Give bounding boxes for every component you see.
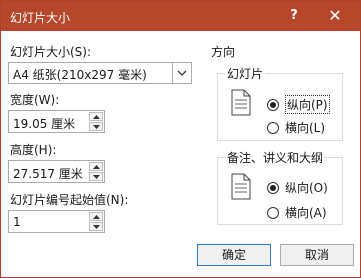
start-number-spinner[interactable]: 1 bbox=[8, 210, 105, 233]
notes-group-label: 备注、讲义和大纲 bbox=[225, 149, 326, 166]
slides-landscape-radio[interactable]: 横向(L) bbox=[267, 119, 325, 136]
start-number-input[interactable]: 1 bbox=[13, 215, 21, 229]
height-decrement-icon[interactable] bbox=[89, 172, 103, 181]
notes-landscape-label: 横向(A) bbox=[285, 206, 327, 220]
radio-unselected-icon[interactable] bbox=[267, 206, 279, 219]
slides-portrait-radio[interactable]: 纵向(P) bbox=[267, 95, 330, 114]
slide-size-dropdown[interactable]: A4 纸张(210x297 毫米) bbox=[8, 62, 192, 84]
title-bar: 幻灯片大小 ? ✕ bbox=[1, 1, 360, 31]
slides-group-label: 幻灯片 bbox=[225, 65, 266, 82]
start-number-label: 幻灯片编号起始值(N): bbox=[10, 193, 129, 207]
notes-portrait-label: 纵向(O) bbox=[285, 181, 328, 195]
portrait-page-icon bbox=[231, 89, 251, 119]
radio-selected-icon[interactable] bbox=[267, 98, 279, 111]
slide-size-value: A4 纸张(210x297 毫米) bbox=[13, 68, 147, 82]
width-increment-icon[interactable] bbox=[89, 112, 103, 121]
portrait-page-icon bbox=[231, 173, 251, 203]
slides-landscape-label: 横向(L) bbox=[285, 121, 326, 135]
notes-portrait-radio[interactable]: 纵向(O) bbox=[267, 179, 328, 196]
height-label: 高度(H): bbox=[10, 143, 57, 157]
height-increment-icon[interactable] bbox=[89, 162, 103, 171]
slides-portrait-label: 纵向(P) bbox=[285, 95, 330, 114]
close-button[interactable]: ✕ bbox=[323, 5, 347, 27]
height-spinner[interactable]: 27.517 厘米 bbox=[8, 160, 105, 183]
radio-selected-icon[interactable] bbox=[267, 181, 279, 194]
notes-landscape-radio[interactable]: 横向(A) bbox=[267, 204, 327, 221]
chevron-down-icon[interactable] bbox=[172, 63, 191, 83]
cancel-button[interactable]: 取消 bbox=[280, 244, 354, 266]
start-number-increment-icon[interactable] bbox=[89, 212, 103, 221]
ok-button[interactable]: 确定 bbox=[197, 244, 271, 266]
width-spinner[interactable]: 19.05 厘米 bbox=[8, 110, 105, 133]
slide-size-dialog: 幻灯片大小 ? ✕ 幻灯片大小(S): A4 纸张(210x297 毫米) 宽度… bbox=[0, 0, 361, 278]
radio-unselected-icon[interactable] bbox=[267, 121, 279, 134]
orientation-label: 方向 bbox=[211, 45, 236, 59]
slide-size-label: 幻灯片大小(S): bbox=[10, 45, 92, 59]
help-button[interactable]: ? bbox=[282, 5, 306, 27]
width-label: 宽度(W): bbox=[10, 93, 60, 107]
start-number-decrement-icon[interactable] bbox=[89, 222, 103, 231]
height-input[interactable]: 27.517 厘米 bbox=[13, 165, 83, 182]
width-input[interactable]: 19.05 厘米 bbox=[13, 115, 75, 132]
width-decrement-icon[interactable] bbox=[89, 122, 103, 131]
dialog-title: 幻灯片大小 bbox=[10, 11, 71, 25]
